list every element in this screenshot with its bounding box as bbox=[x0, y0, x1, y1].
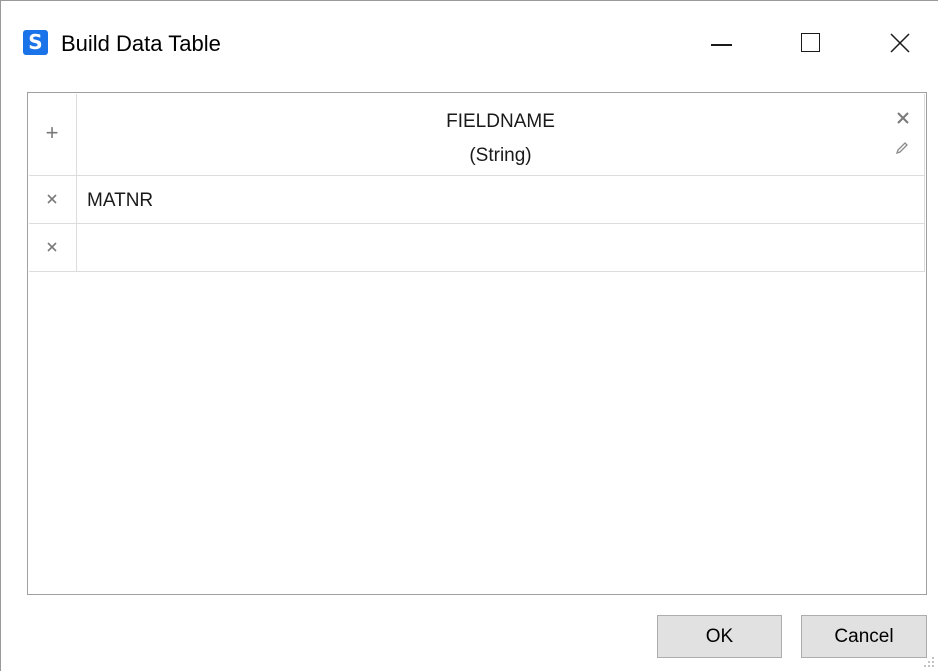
table-row bbox=[29, 224, 925, 272]
table-cell-fieldname[interactable]: MATNR bbox=[77, 176, 925, 223]
app-logo-icon: S bbox=[23, 30, 48, 55]
data-grid: + FIELDNAME (String) MATNR bbox=[29, 94, 925, 272]
minimize-icon[interactable] bbox=[701, 27, 741, 59]
delete-row-icon[interactable] bbox=[45, 240, 59, 254]
column-type: (String) bbox=[469, 145, 532, 166]
column-name: FIELDNAME bbox=[446, 111, 555, 132]
cancel-button[interactable]: Cancel bbox=[801, 615, 927, 658]
row-delete-cell[interactable] bbox=[29, 224, 77, 271]
plus-icon[interactable]: + bbox=[43, 122, 61, 144]
edit-column-icon[interactable] bbox=[894, 140, 910, 156]
delete-row-icon[interactable] bbox=[45, 192, 59, 206]
column-header-fieldname[interactable]: FIELDNAME (String) bbox=[77, 94, 925, 175]
build-data-table-dialog: S Build Data Table + FIELDNAME (String) bbox=[0, 0, 938, 671]
data-table: + FIELDNAME (String) MATNR bbox=[27, 92, 927, 595]
title-bar[interactable]: S Build Data Table bbox=[1, 1, 938, 85]
maximize-icon[interactable] bbox=[791, 27, 831, 59]
table-cell-fieldname[interactable] bbox=[77, 224, 925, 271]
add-column-cell[interactable]: + bbox=[29, 94, 77, 175]
close-icon[interactable] bbox=[880, 27, 920, 59]
remove-column-icon[interactable] bbox=[896, 111, 910, 125]
ok-button[interactable]: OK bbox=[657, 615, 782, 658]
row-delete-cell[interactable] bbox=[29, 176, 77, 223]
window-title: Build Data Table bbox=[61, 31, 221, 56]
table-row: MATNR bbox=[29, 176, 925, 224]
resize-grip-icon[interactable] bbox=[922, 655, 936, 669]
cell-value: MATNR bbox=[87, 190, 154, 211]
table-header-row: + FIELDNAME (String) bbox=[29, 94, 925, 176]
